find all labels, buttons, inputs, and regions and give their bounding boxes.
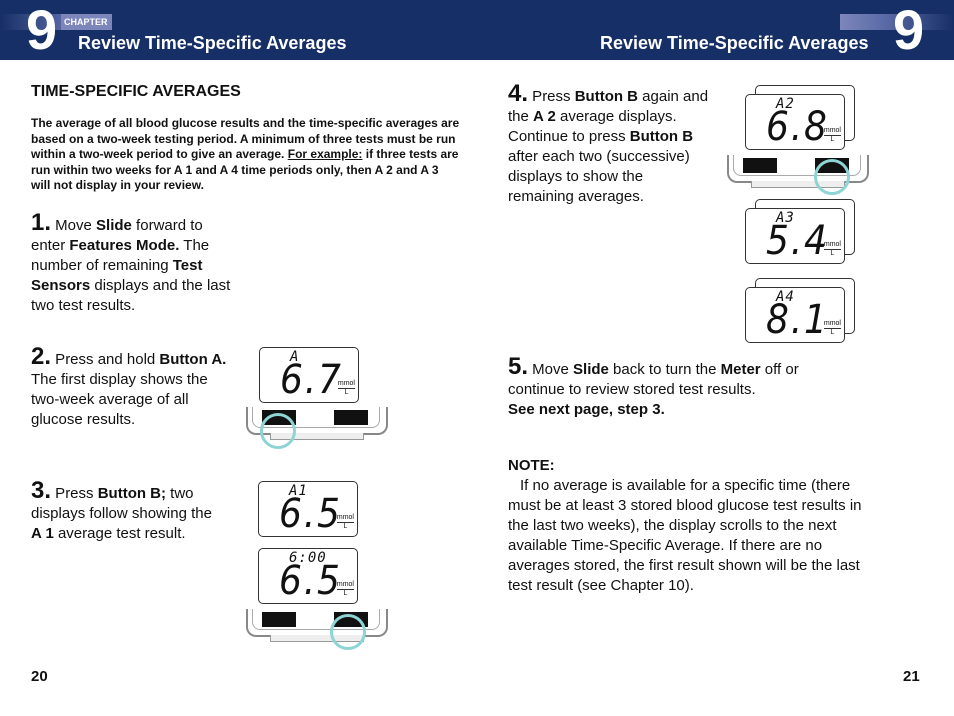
step-bold: Button B <box>629 128 694 145</box>
unit-l: L <box>830 250 835 257</box>
unit-mmol: mmol <box>336 514 354 523</box>
step-number: 5. <box>508 353 529 380</box>
lcd-unit: mmol L <box>336 514 354 531</box>
see-next-page-note: See next page, step 3. <box>508 401 665 418</box>
step-text: after each two (successive) displays to … <box>508 148 690 205</box>
step-text: average test result. <box>53 525 186 542</box>
step-bold: Meter <box>720 361 761 378</box>
section-title: TIME-SPECIFIC AVERAGES <box>31 83 241 100</box>
unit-mmol: mmol <box>337 380 355 389</box>
step-bold: Button A. <box>159 351 227 368</box>
header-title-right: Review Time-Specific Averages <box>600 33 869 53</box>
page-number-left: 20 <box>31 668 48 685</box>
step-number: 1. <box>31 209 52 236</box>
step-bold: Button B; <box>97 485 167 502</box>
step-text: Press <box>51 485 98 502</box>
lcd-unit: mmol L <box>823 241 841 258</box>
unit-mmol: mmol <box>823 320 841 329</box>
chapter-number-left: 9 <box>26 0 57 61</box>
step-text: Move <box>528 361 574 378</box>
step-2: 2. Press and hold Button A. The first di… <box>31 345 236 430</box>
step-text: Move <box>51 217 97 234</box>
lcd-unit: mmol L <box>823 320 841 337</box>
lcd-value: 8.1 <box>766 297 829 343</box>
step-bold: A 1 <box>31 525 54 542</box>
unit-l: L <box>344 389 349 396</box>
unit-l: L <box>830 136 835 143</box>
lcd-value: 6.8 <box>766 104 829 150</box>
lcd-display-a1: A1 6.5 mmol L <box>258 481 358 537</box>
note-block: NOTE: If no average is available for a s… <box>508 456 863 596</box>
lcd-value: 5.4 <box>766 218 829 264</box>
chapter-label: CHAPTER <box>61 14 111 30</box>
step-text: Press and hold <box>51 351 160 368</box>
button-a-highlight-circle <box>260 413 296 449</box>
lcd-display-a2: A2 6.8 mmol L <box>745 94 845 150</box>
note-text: If no average is available for a specifi… <box>508 477 862 594</box>
lcd-unit: mmol L <box>336 581 354 598</box>
unit-l: L <box>343 590 348 597</box>
unit-l: L <box>830 329 835 336</box>
unit-l: L <box>343 523 348 530</box>
chapter-number-right: 9 <box>893 0 924 61</box>
lcd-value: 6.5 <box>279 491 342 537</box>
step-text: back to turn the <box>608 361 721 378</box>
lcd-unit: mmol L <box>337 380 355 397</box>
step-text: The first display shows the two-week ave… <box>31 371 208 428</box>
lcd-value: 6.5 <box>279 558 342 604</box>
step-3: 3. Press Button B; two displays follow s… <box>31 479 226 544</box>
step-number: 3. <box>31 477 52 504</box>
lcd-display-a3: A3 5.4 mmol L <box>745 208 845 264</box>
step-5: 5. Move Slide back to turn the Meter off… <box>508 355 858 420</box>
step-number: 2. <box>31 343 52 370</box>
step-bold: Button B <box>574 88 639 105</box>
intro-example-label: For example: <box>287 147 363 161</box>
button-b-highlight-circle <box>814 159 850 195</box>
lcd-value: 6.7 <box>280 357 343 403</box>
lcd-unit: mmol L <box>823 127 841 144</box>
unit-mmol: mmol <box>823 241 841 250</box>
lcd-display-average: A 6.7 mmol L <box>259 347 359 403</box>
page-number-right: 21 <box>903 668 920 685</box>
unit-mmol: mmol <box>823 127 841 136</box>
note-label: NOTE: <box>508 457 555 474</box>
button-b[interactable] <box>334 410 368 425</box>
step-bold: Features Mode. <box>69 237 180 254</box>
unit-mmol: mmol <box>336 581 354 590</box>
step-number: 4. <box>508 80 529 107</box>
step-bold: Slide <box>96 217 132 234</box>
intro-paragraph: The average of all blood glucose results… <box>31 116 461 194</box>
button-b-highlight-circle <box>330 614 366 650</box>
header-title-left: Review Time-Specific Averages <box>78 33 347 53</box>
lcd-display-a4: A4 8.1 mmol L <box>745 287 845 343</box>
lcd-display-time: 6:00 6.5 mmol L <box>258 548 358 604</box>
button-a[interactable] <box>262 612 296 627</box>
step-text: Press <box>528 88 575 105</box>
step-bold: Slide <box>573 361 609 378</box>
step-bold: A 2 <box>533 108 556 125</box>
button-a[interactable] <box>743 158 777 173</box>
chapter-header: 9 CHAPTER Review Time-Specific Averages … <box>0 0 954 60</box>
step-1: 1. Move Slide forward to enter Features … <box>31 211 241 316</box>
step-4: 4. Press Button B again and the A 2 aver… <box>508 82 713 207</box>
